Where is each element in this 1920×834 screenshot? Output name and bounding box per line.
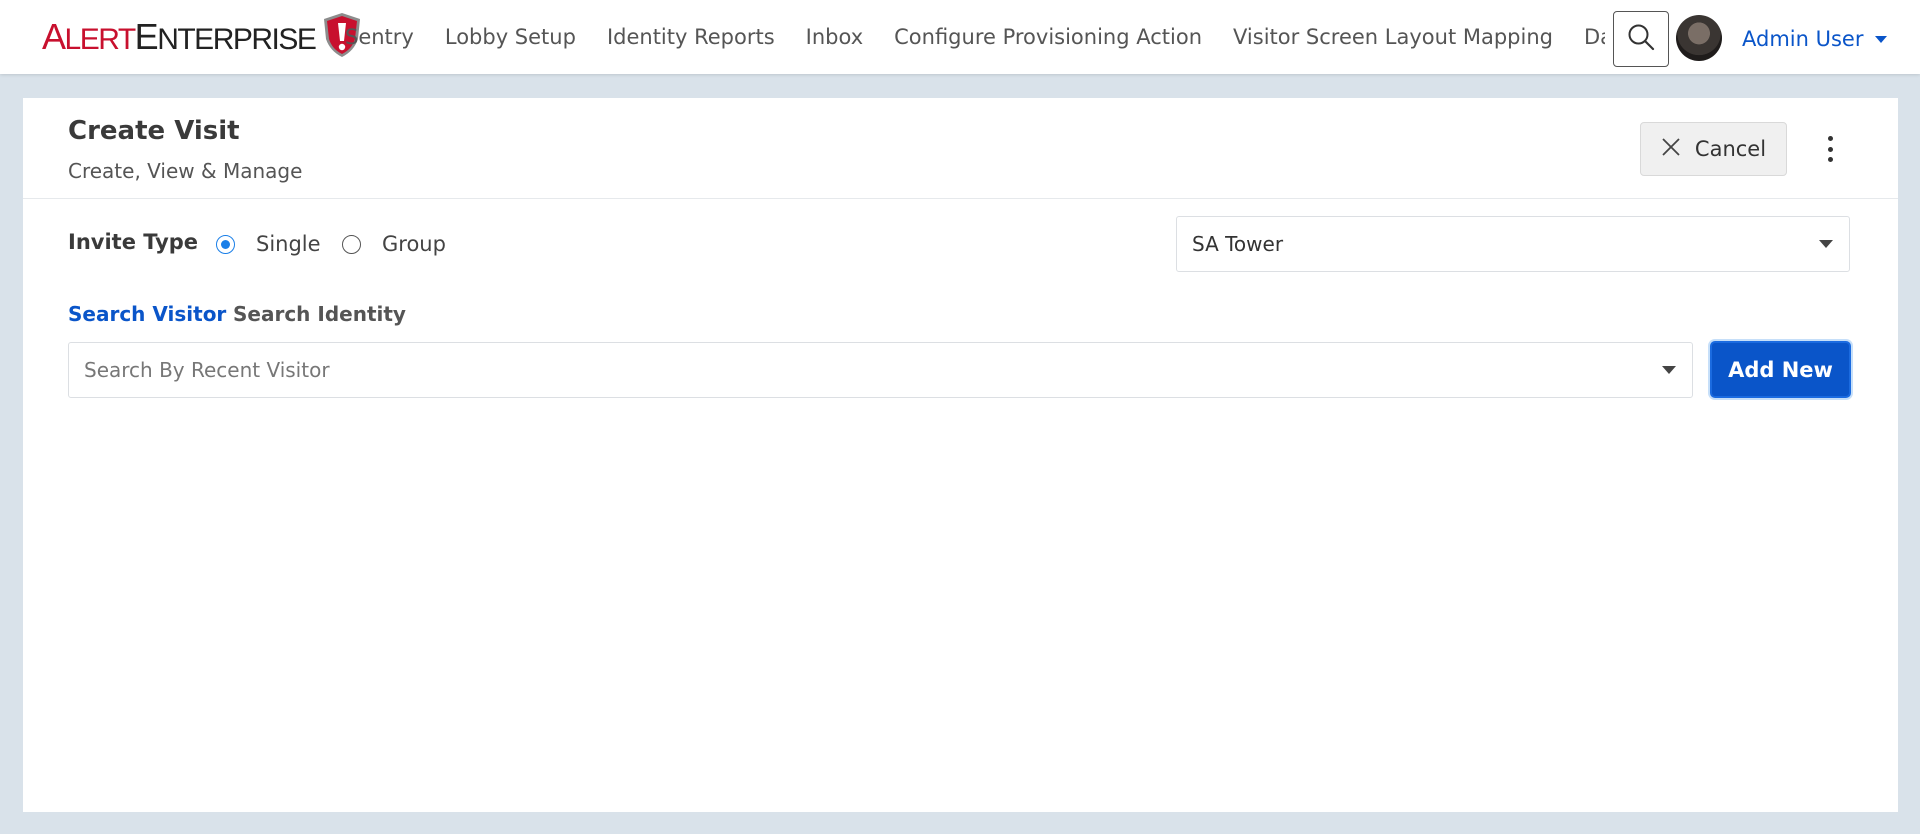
close-icon [1661, 137, 1681, 162]
tab-search-visitor[interactable]: Search Visitor [68, 302, 226, 326]
cancel-label: Cancel [1694, 137, 1767, 161]
nav-item-visitor-screen-layout-mapping[interactable]: Visitor Screen Layout Mapping [1233, 25, 1553, 49]
alert-enterprise-logo[interactable]: ALERTENTERPRISE [42, 12, 363, 62]
chevron-down-icon [1819, 240, 1833, 248]
radio-unchecked-icon [342, 234, 361, 254]
location-select[interactable]: SA Tower [1176, 216, 1850, 272]
radio-checked-icon [216, 234, 235, 254]
nav-item-sentry[interactable]: Sentry [345, 25, 414, 49]
top-navigation-bar: ALERTENTERPRISE Sentry Lobby Setup Ident… [0, 0, 1920, 74]
location-select-value: SA Tower [1192, 232, 1284, 256]
cancel-button[interactable]: Cancel [1640, 122, 1787, 176]
user-menu-dropdown[interactable]: Admin User [1742, 24, 1888, 54]
page-title: Create Visit [68, 116, 240, 146]
recent-visitor-search-select[interactable]: Search By Recent Visitor [68, 342, 1693, 398]
chevron-down-icon [1875, 35, 1888, 43]
radio-single[interactable]: Single [216, 232, 321, 256]
add-new-button[interactable]: Add New [1710, 341, 1851, 398]
radio-single-label: Single [256, 232, 321, 256]
radio-group[interactable]: Group [342, 232, 446, 256]
panel-header: Create Visit Create, View & Manage Cance… [23, 98, 1898, 199]
tab-search-identity[interactable]: Search Identity [233, 302, 406, 326]
nav-item-configure-provisioning-action[interactable]: Configure Provisioning Action [894, 25, 1202, 49]
radio-group-label: Group [382, 232, 446, 256]
logo-wordmark: ALERTENTERPRISE [42, 16, 317, 57]
avatar[interactable] [1676, 15, 1722, 61]
page-subtitle: Create, View & Manage [68, 159, 303, 183]
create-visit-panel: Create Visit Create, View & Manage Cance… [23, 98, 1898, 812]
chevron-down-icon [1662, 366, 1676, 374]
global-search-button[interactable] [1613, 11, 1669, 67]
visitor-search-placeholder: Search By Recent Visitor [84, 358, 330, 382]
nav-item-dashboard-truncated[interactable]: Dasl [1584, 25, 1605, 49]
search-icon [1626, 22, 1656, 56]
nav-item-inbox[interactable]: Inbox [806, 25, 863, 49]
more-options-icon[interactable] [1818, 132, 1842, 166]
user-name: Admin User [1742, 27, 1864, 51]
main-nav: Sentry Lobby Setup Identity Reports Inbo… [345, 0, 1605, 74]
invite-type-label: Invite Type [68, 230, 199, 254]
nav-item-lobby-setup[interactable]: Lobby Setup [445, 25, 576, 49]
nav-item-identity-reports[interactable]: Identity Reports [607, 25, 775, 49]
